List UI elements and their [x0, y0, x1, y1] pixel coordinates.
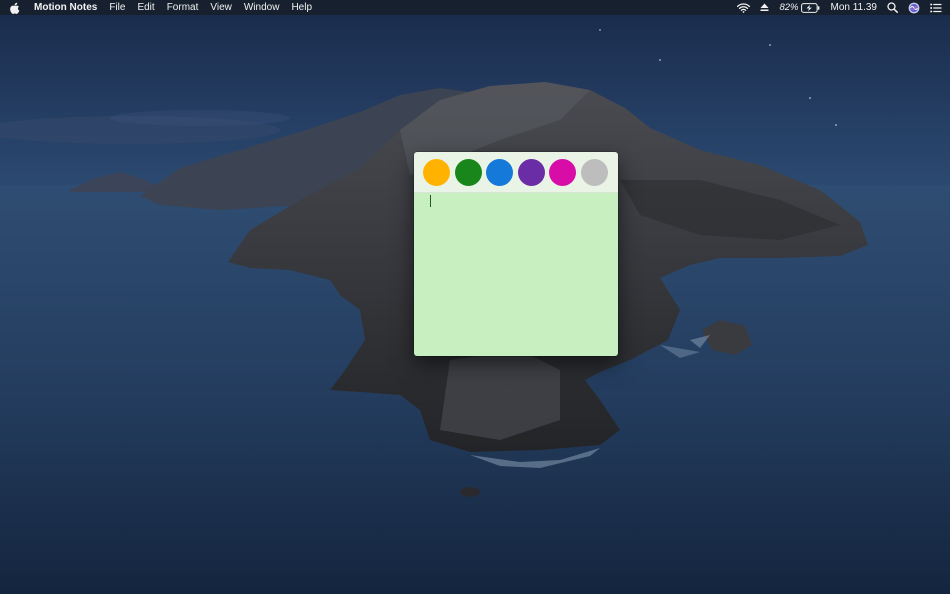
- wifi-icon[interactable]: [737, 2, 751, 13]
- notification-center-icon[interactable]: [930, 3, 942, 13]
- note-color-toolbar: [414, 152, 618, 193]
- menu-view[interactable]: View: [204, 0, 238, 15]
- menu-format[interactable]: Format: [161, 0, 205, 15]
- siri-icon[interactable]: [908, 2, 920, 14]
- note-text-area[interactable]: [414, 193, 618, 356]
- text-cursor: [430, 195, 431, 207]
- eject-icon[interactable]: [760, 3, 769, 12]
- desktop: Motion Notes File Edit Format View Windo…: [0, 0, 950, 594]
- battery-charging-icon: [801, 2, 820, 13]
- color-swatch-purple[interactable]: [517, 158, 545, 186]
- color-swatch-green[interactable]: [454, 158, 482, 186]
- menu-app-name[interactable]: Motion Notes: [30, 0, 103, 15]
- color-swatch-magenta[interactable]: [549, 158, 576, 186]
- color-swatch-blue[interactable]: [486, 158, 513, 186]
- color-swatch-orange[interactable]: [423, 158, 450, 186]
- menu-bar: Motion Notes File Edit Format View Windo…: [0, 0, 950, 15]
- color-swatch-gray[interactable]: [580, 158, 608, 186]
- menu-file[interactable]: File: [103, 0, 131, 15]
- battery-status[interactable]: 82%: [779, 0, 820, 15]
- menu-window[interactable]: Window: [238, 0, 286, 15]
- clock[interactable]: Mon 11.39: [830, 0, 877, 15]
- menu-help[interactable]: Help: [285, 0, 318, 15]
- battery-percent: 82%: [779, 2, 799, 13]
- menu-edit[interactable]: Edit: [131, 0, 160, 15]
- apple-menu-icon[interactable]: [0, 2, 30, 14]
- spotlight-search-icon[interactable]: [887, 2, 898, 13]
- note-window: [414, 152, 618, 356]
